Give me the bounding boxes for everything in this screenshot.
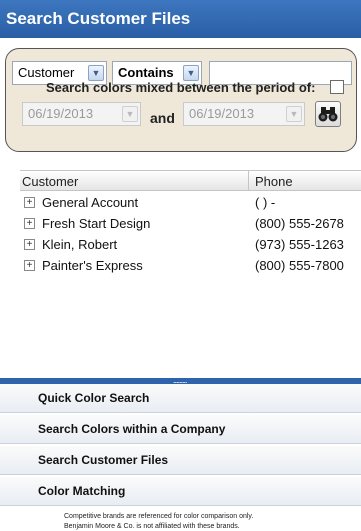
nav-item-search-colors-company[interactable]: Search Colors within a Company <box>0 415 361 444</box>
nav-item-color-matching[interactable]: Color Matching <box>0 477 361 506</box>
period-label: Search colors mixed between the period o… <box>46 80 316 95</box>
expand-icon[interactable]: + <box>24 239 35 250</box>
search-operator-value: Contains <box>118 65 174 80</box>
table-header: Customer Phone <box>20 170 361 191</box>
table-row[interactable]: + Fresh Start Design (800) 555-2678 <box>20 215 361 234</box>
chevron-down-icon[interactable]: ▼ <box>286 106 302 122</box>
expand-icon[interactable]: + <box>24 197 35 208</box>
page-title: Search Customer Files <box>0 0 361 38</box>
grip-icon[interactable]: ......... <box>173 376 187 385</box>
customer-name: Painter's Express <box>42 258 143 273</box>
date-to-select[interactable]: 06/19/2013 ▼ <box>183 102 305 126</box>
date-to-value: 06/19/2013 <box>189 106 255 121</box>
expand-icon[interactable]: + <box>24 260 35 271</box>
customer-name: Klein, Robert <box>42 237 118 252</box>
footer-disclaimer-line1: Competitive brands are referenced for co… <box>64 513 254 520</box>
table-row[interactable]: + Painter's Express (800) 555-7800 <box>20 257 361 276</box>
search-field-value: Customer <box>18 65 75 80</box>
footer-disclaimer-line2: Benjamin Moore & Co. is not affiliated w… <box>64 523 240 530</box>
column-header-customer[interactable]: Customer <box>22 174 78 189</box>
footer: Competitive brands are referenced for co… <box>0 509 361 531</box>
date-from-value: 06/19/2013 <box>28 106 94 121</box>
column-header-phone[interactable]: Phone <box>255 174 293 189</box>
expand-icon[interactable]: + <box>24 218 35 229</box>
nav-item-quick-color-search[interactable]: Quick Color Search <box>0 384 361 413</box>
chevron-down-icon[interactable]: ▼ <box>88 65 104 81</box>
binoculars-icon <box>318 107 338 122</box>
nav-item-search-customer-files[interactable]: Search Customer Files <box>0 446 361 475</box>
customer-phone: ( ) - <box>255 195 276 210</box>
customer-phone: (800) 555-2678 <box>255 216 344 231</box>
chevron-down-icon[interactable]: ▼ <box>122 106 138 122</box>
and-label: and <box>150 110 175 126</box>
customer-table: Customer Phone + General Account ( ) - +… <box>20 170 361 378</box>
customer-phone: (973) 555-1263 <box>255 237 344 252</box>
customer-name: Fresh Start Design <box>42 216 151 231</box>
date-from-select[interactable]: 06/19/2013 ▼ <box>22 102 141 126</box>
customer-name: General Account <box>42 195 139 210</box>
table-row[interactable]: + General Account ( ) - <box>20 194 361 213</box>
chevron-down-icon[interactable]: ▼ <box>183 65 199 81</box>
search-panel: Customer ▼ Contains ▼ Search colors mixe… <box>5 48 357 152</box>
column-divider <box>248 171 249 191</box>
customer-phone: (800) 555-7800 <box>255 258 344 273</box>
period-checkbox[interactable] <box>330 80 344 94</box>
search-button[interactable] <box>315 101 341 127</box>
table-row[interactable]: + Klein, Robert (973) 555-1263 <box>20 236 361 255</box>
